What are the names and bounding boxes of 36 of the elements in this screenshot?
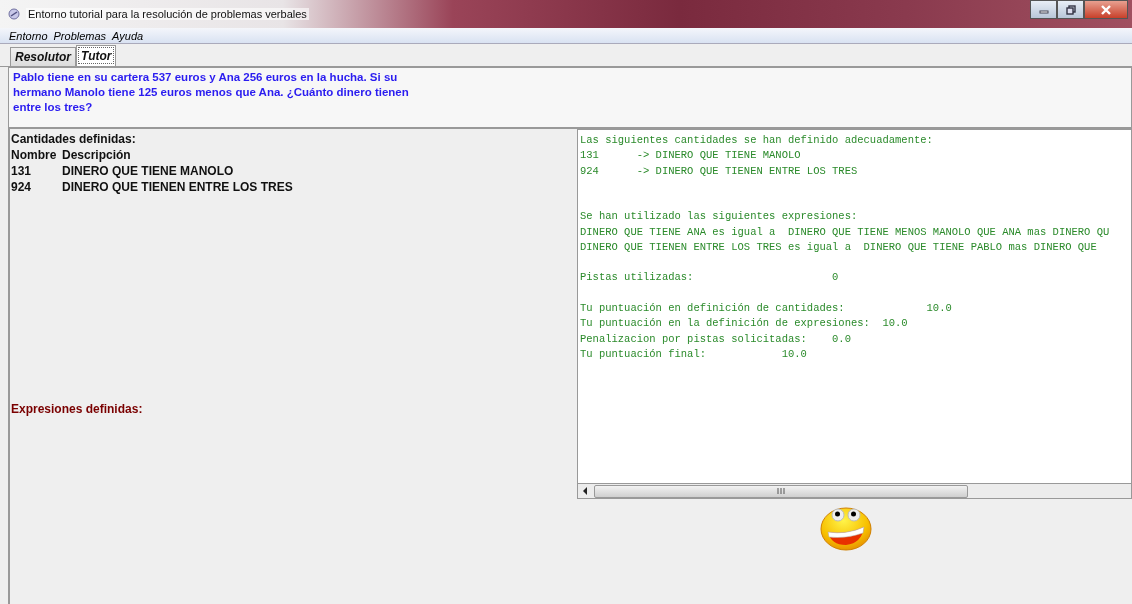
tab[interactable]: Resolutor (10, 47, 76, 66)
menu-item[interactable]: Problemas (53, 29, 107, 42)
window-title: Entorno tutorial para la resolución de problemas verbales (26, 8, 309, 20)
output-line: Tu puntuación en definición de cantidades: 10.0 (580, 300, 952, 316)
app-icon (8, 8, 20, 20)
scrollbar-thumb[interactable] (594, 484, 968, 498)
output-line: Tu puntuación final: 10.0 (580, 347, 807, 363)
scroll-left-icon[interactable] (582, 487, 588, 495)
output-line: Se han utilizado las siguientes expresiones: (580, 209, 858, 225)
output-line: DINERO QUE TIENEN ENTRE LOS TRES es igual a DINERO QUE TIENE PABLO mas DINERO QUE (580, 240, 1097, 256)
column-header: Descripción (62, 147, 131, 163)
close-button[interactable] (1084, 0, 1128, 19)
table-cell-text: 924 (11, 179, 33, 195)
output-line: Tu puntuación en la definición de expresiones: 10.0 (580, 316, 908, 332)
output-line: 924 -> DINERO QUE TIENEN ENTRE LOS TRES (580, 163, 858, 179)
restore-button[interactable] (1057, 0, 1084, 19)
output-line: Penalizacion por pistas solicitadas: 0.0 (580, 331, 851, 347)
section-heading: Expresiones definidas: (11, 401, 144, 417)
table-cell: DINERO QUE TIENEN ENTRE LOS TRES (62, 179, 293, 195)
output-line: Pistas utilizadas: 0 (580, 270, 839, 286)
close-icon (1100, 4, 1112, 15)
minimize-button[interactable] (1030, 0, 1057, 19)
output-line: Las siguientes cantidades se han definido adecuadamente: (580, 133, 933, 148)
smiley-icon (819, 505, 872, 551)
menu-item[interactable]: Ayuda (112, 29, 144, 42)
problem-text: Pablo tiene en su cartera 537 euros y Ana 256 euros en la hucha. Si su hermano Manolo tiene 125 euros menos que Ana. ¿Cuánto dinero tienen entre los tres? (13, 70, 410, 115)
menu-item[interactable]: Entorno (9, 29, 48, 42)
output-line: DINERO QUE TIENE ANA es igual a DINERO QUE TIENE MENOS MANOLO QUE ANA mas DINERO QU (580, 224, 1110, 240)
table-cell: DINERO QUE TIENE MANOLO (62, 163, 234, 179)
column-header: Nombre (11, 147, 58, 163)
table-cell-text: 131 (11, 163, 33, 179)
output-line: 131 -> DINERO QUE TIENE MANOLO (580, 148, 801, 164)
restore-icon (1065, 4, 1076, 15)
horizontal-scrollbar[interactable] (577, 483, 1132, 499)
section-heading: Cantidades definidas: (11, 131, 137, 147)
tab[interactable]: Tutor (76, 45, 117, 66)
